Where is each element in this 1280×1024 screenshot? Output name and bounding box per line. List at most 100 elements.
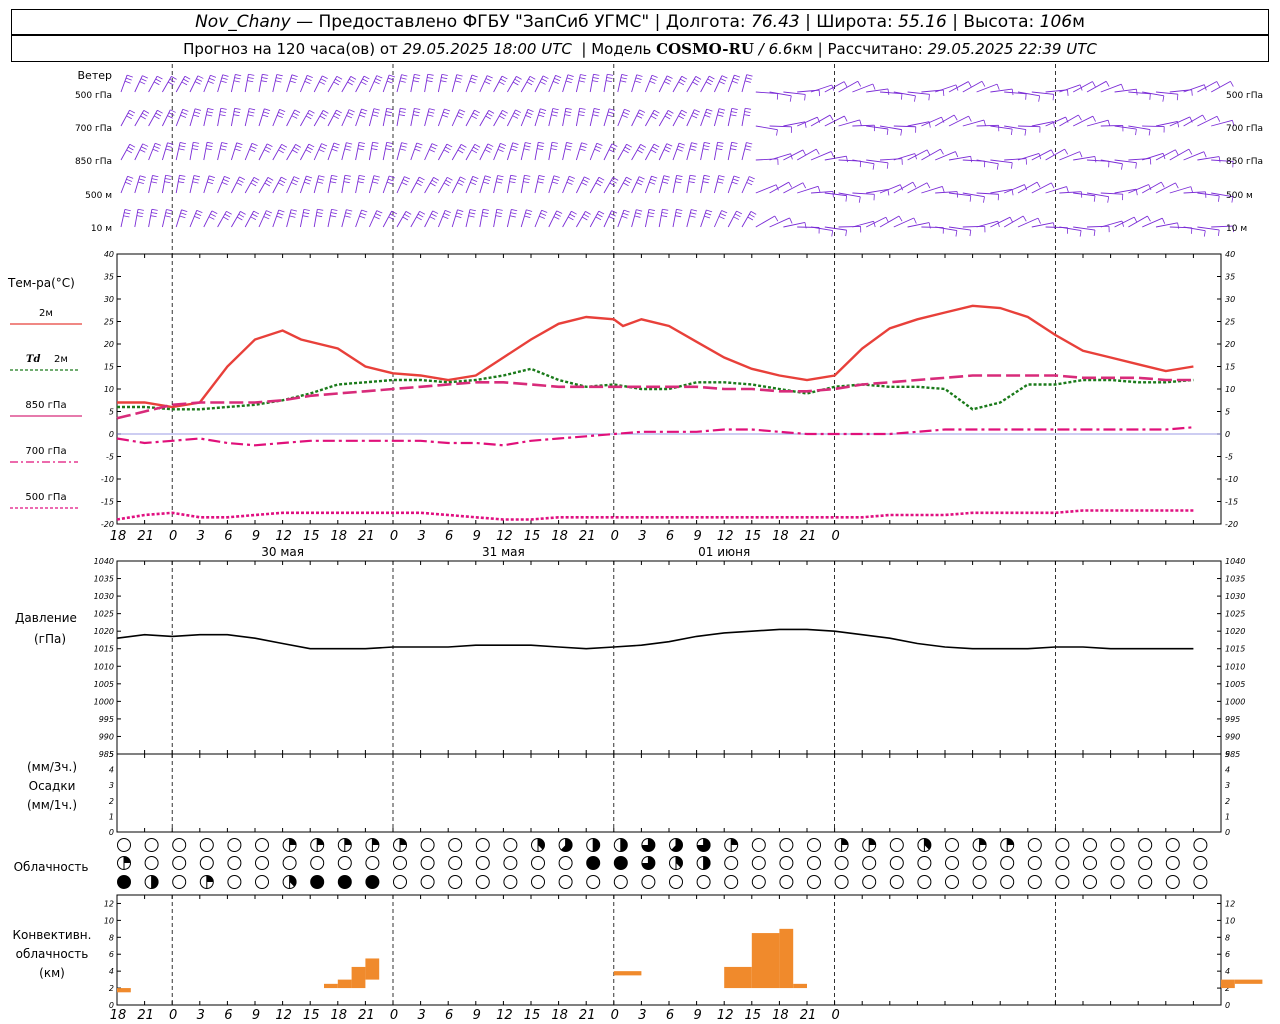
wind-barb-feather <box>305 77 312 81</box>
pressure-ytick-right: 1020 <box>1225 627 1245 636</box>
wind-barb-feather <box>152 175 159 178</box>
wind-barb-feather <box>253 210 260 215</box>
wind-barb-feather <box>581 216 588 221</box>
temp-ytick-left: 30 <box>104 295 114 304</box>
conv-bar <box>117 988 131 993</box>
wind-barb-feather <box>620 77 627 80</box>
wind-barb-feather <box>693 78 700 83</box>
temp-ytick-left: 35 <box>104 273 114 282</box>
wind-barb-feather <box>192 145 199 147</box>
wind-barb-feather <box>375 213 382 217</box>
wind-barb-feather <box>623 149 629 154</box>
cloud-symbol <box>613 875 628 889</box>
wind-barb-feather <box>649 80 656 84</box>
wind-barb-feather <box>516 76 522 80</box>
wind-barb-feather <box>583 213 590 218</box>
wind-barb <box>493 175 499 194</box>
wind-barb-feather <box>124 212 131 215</box>
wind-barb-feather <box>359 174 366 177</box>
wind-barb-feather <box>510 212 517 215</box>
wind-barb <box>1128 215 1148 228</box>
wind-barb-feather <box>1160 181 1165 188</box>
wind-barb-feather <box>679 112 686 117</box>
wind-barb <box>810 151 832 161</box>
wind-barb-feather <box>165 212 172 215</box>
wind-barb-feather <box>140 115 146 120</box>
wind-barb <box>230 176 240 194</box>
wind-barb-feather <box>846 156 848 163</box>
wind-barb <box>120 74 128 93</box>
wind-barb-feather <box>291 209 298 212</box>
wind-barb-feather <box>124 209 131 212</box>
wind-barb <box>286 144 296 161</box>
wind-barb-feather <box>322 110 329 114</box>
legend-2m-label: 2м <box>39 308 53 319</box>
wind-barb-feather <box>412 114 420 117</box>
wind-barb <box>451 74 458 93</box>
wind-barb-feather <box>247 77 254 79</box>
wind-barb-feather <box>721 210 728 214</box>
wind-barb-feather <box>1092 81 1096 87</box>
wind-barb-feather <box>210 213 216 217</box>
wind-barb-feather <box>647 215 654 218</box>
wind-barb-feather <box>524 145 531 148</box>
cloud-symbol <box>1193 875 1208 889</box>
x-tick-label: 9 <box>252 529 260 544</box>
wind-barb-feather <box>126 115 132 120</box>
wind-barb-feather <box>191 148 199 151</box>
wind-barb-feather <box>675 181 682 184</box>
wind-barb-feather <box>345 145 352 148</box>
wind-barb-feather <box>968 115 972 122</box>
conv-bar <box>1221 979 1235 989</box>
wind-barb <box>410 176 420 194</box>
pressure-title-b: (гПа) <box>34 632 66 646</box>
wind-barb-feather <box>636 74 643 77</box>
wind-barb <box>769 125 792 128</box>
wind-barb-feather <box>592 114 599 117</box>
conv-ytick-right: 4 <box>1225 967 1230 976</box>
wind-barb-feather <box>1230 81 1234 87</box>
x-tick-label: 6 <box>445 529 453 544</box>
wind-barb-feather <box>373 108 380 111</box>
cloud-symbol <box>641 875 656 889</box>
wind-barb-feather <box>442 114 449 118</box>
wind-barb <box>479 110 490 127</box>
wind-barb <box>1086 225 1110 228</box>
temp-ytick-left: -15 <box>101 498 114 507</box>
wind-barb-feather <box>181 209 188 212</box>
pressure-ytick-left: 1035 <box>94 575 114 584</box>
wind-barb-feather <box>332 145 339 149</box>
wind-barb-feather <box>621 114 628 118</box>
wind-barb-feather <box>240 211 246 215</box>
wind-barb-feather <box>717 181 724 184</box>
wind-barb-feather <box>261 77 268 79</box>
x-tick-label: 0 <box>611 1008 619 1023</box>
x-tick-label: 21 <box>579 1008 596 1023</box>
cloud-fill-partial <box>620 838 628 852</box>
wind-barb <box>1183 191 1206 194</box>
wind-level-700hpa-right: 700 гПа <box>1226 124 1263 134</box>
wind-barb-feather <box>731 181 738 185</box>
wind-barb-feather <box>677 145 684 149</box>
wind-barb-feather <box>707 78 714 83</box>
wind-barb-feather <box>1217 229 1220 236</box>
wind-barb-feather <box>843 81 848 88</box>
cloud-symbol <box>1055 838 1070 852</box>
wind-barb-feather <box>565 145 572 148</box>
wind-barb <box>1142 152 1164 161</box>
x-tick-label: 3 <box>638 529 646 544</box>
wind-barb-feather <box>1218 195 1220 202</box>
wind-barb <box>797 185 819 194</box>
wind-barb-feather <box>290 77 297 81</box>
wind-barb-feather <box>261 80 268 83</box>
cloud-symbol <box>227 856 242 870</box>
wind-barb <box>893 125 916 128</box>
wind-barb-feather <box>330 181 337 184</box>
temp-ytick-right: -15 <box>1225 498 1238 507</box>
wind-barb-feather <box>662 208 669 211</box>
wind-barb-feather <box>481 215 488 218</box>
wind-barb-feather <box>330 215 337 218</box>
wind-barb-feather <box>472 175 479 179</box>
legend-td-label-b: 2м <box>54 354 68 365</box>
cloud-symbol <box>448 875 463 889</box>
